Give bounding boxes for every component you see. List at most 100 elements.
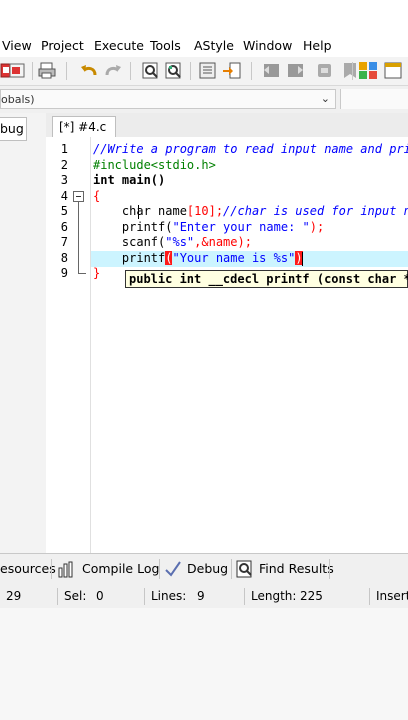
menu-execute[interactable]: Execute — [94, 38, 144, 53]
new-class-icon[interactable] — [358, 61, 378, 80]
tab-separator — [51, 559, 52, 579]
undo-icon[interactable] — [79, 61, 99, 80]
format-string: "Your name is %s" — [172, 251, 296, 265]
line-number: 8 — [60, 251, 68, 265]
tab-compile-log[interactable]: Compile Log — [58, 559, 160, 581]
code-line-7: scanf("%s",&name); — [93, 235, 252, 250]
status-sel-value: 0 — [96, 589, 104, 603]
mouse-text-cursor — [138, 205, 139, 219]
format-string: "%s" — [165, 235, 195, 249]
close-brace: } — [93, 266, 101, 280]
open-brace: { — [93, 189, 101, 203]
tab-separator — [231, 559, 232, 579]
tab-file-4c[interactable]: [*] #4.c — [52, 116, 116, 138]
close-project-icon[interactable] — [8, 61, 28, 80]
status-separator — [369, 588, 370, 605]
status-lines-value: 9 — [197, 589, 205, 603]
comment: //Write a program to read input name and… — [93, 142, 408, 156]
code-line-3: int main() — [93, 173, 165, 188]
line-number: 1 — [60, 142, 68, 156]
menu-bar: View Project Execute Tools AStyle Window… — [0, 36, 408, 58]
globals-combo[interactable]: obals) ⌄ — [0, 89, 336, 109]
checkmark-icon — [164, 560, 182, 581]
line-number: 5 — [60, 204, 68, 218]
tab-separator — [159, 559, 160, 579]
globals-combo-value: obals) — [1, 93, 35, 106]
status-sel-label: Sel: — [64, 589, 87, 603]
menu-help[interactable]: Help — [303, 38, 332, 53]
code-line-5: char name[10];//char is used for input n — [93, 204, 408, 219]
preprocessor-include: #include<stdio.h> — [93, 158, 216, 172]
members-combo[interactable] — [340, 89, 408, 109]
file-tab-bar: [*] #4.c — [46, 113, 408, 138]
function-hint-tooltip: public int __cdecl printf (const char * — [125, 270, 408, 288]
status-length-label: Length: — [251, 589, 297, 603]
code-line-1: //Write a program to read input name and… — [93, 142, 408, 157]
replace-icon[interactable] — [164, 61, 184, 80]
unindent-icon[interactable] — [286, 61, 306, 80]
bottom-blank-area — [0, 608, 408, 720]
redo-icon[interactable] — [103, 61, 123, 80]
tab-find-results-label: Find Results — [259, 561, 334, 576]
menu-project[interactable]: Project — [41, 38, 84, 53]
print-icon[interactable] — [37, 61, 57, 80]
code-line-6: printf("Enter your name: "); — [93, 220, 324, 235]
status-lines-label: Lines: — [151, 589, 187, 603]
code-editor[interactable]: 1 2 3 4 5 6 7 8 9 //Write a program to r… — [46, 137, 408, 553]
tab-resources[interactable]: esources — [0, 559, 56, 579]
tab-file-label: [*] #4.c — [59, 120, 107, 134]
menu-tools[interactable]: Tools — [150, 38, 181, 53]
char-declaration: char name — [93, 204, 187, 218]
toolbar-separator — [130, 62, 131, 80]
status-insert-mode: Insert — [376, 589, 408, 603]
class-browser-bar: obals) ⌄ — [0, 86, 408, 114]
top-blank-area — [0, 0, 408, 36]
menu-view[interactable]: View — [2, 38, 32, 53]
scanf-call: scanf( — [93, 235, 166, 249]
line-number: 9 — [60, 266, 68, 280]
text-caret — [302, 252, 303, 266]
menu-astyle[interactable]: AStyle — [194, 38, 234, 53]
toolbar-separator — [352, 62, 353, 80]
fold-collapse-icon[interactable] — [73, 191, 84, 202]
indent-icon[interactable] — [262, 61, 282, 80]
status-separator — [144, 588, 145, 605]
printf-call: printf( — [93, 220, 173, 234]
tab-compile-log-label: Compile Log — [82, 561, 160, 576]
line-number: 3 — [60, 173, 68, 187]
find-results-icon — [236, 560, 254, 581]
string-literal: "Enter your name: " — [172, 220, 310, 234]
toolbar — [0, 57, 408, 86]
printf-call: printf — [93, 251, 166, 265]
status-bar: 29 Sel: 0 Lines: 9 Length: 225 Insert — [0, 584, 408, 609]
code-line-4: { — [93, 189, 100, 204]
bar-chart-icon — [58, 560, 76, 581]
main-declaration: int main() — [93, 173, 166, 187]
tab-separator — [329, 559, 330, 579]
chevron-down-icon: ⌄ — [320, 92, 330, 105]
toggle-panel-icon[interactable] — [198, 61, 218, 80]
array-size: [10]; — [186, 204, 224, 218]
tab-debug[interactable]: bug — [0, 117, 27, 141]
call-args: ,&name); — [194, 235, 252, 249]
tab-debug-label: bug — [0, 121, 24, 136]
inline-comment: //char is used for input n — [223, 204, 408, 218]
bookmark-icon[interactable] — [340, 61, 360, 80]
code-line-9: } — [93, 266, 100, 281]
tab-find-results[interactable]: Find Results — [236, 559, 334, 581]
tab-debug-bottom[interactable]: Debug — [164, 559, 230, 579]
toggle-comment-icon[interactable] — [315, 61, 335, 80]
find-icon[interactable] — [141, 61, 161, 80]
status-separator — [57, 588, 58, 605]
fold-line — [78, 202, 79, 274]
status-separator — [244, 588, 245, 605]
tab-resources-label: esources — [0, 561, 56, 576]
call-end: ); — [309, 220, 325, 234]
window-icon[interactable] — [384, 61, 404, 80]
menu-window[interactable]: Window — [243, 38, 292, 53]
toolbar-separator — [190, 62, 191, 80]
line-number: 6 — [60, 220, 68, 234]
code-line-8: printf("Your name is %s") — [93, 251, 303, 266]
goto-line-icon[interactable] — [222, 61, 242, 80]
tooltip-text: public int __cdecl printf (const char * — [129, 272, 408, 286]
